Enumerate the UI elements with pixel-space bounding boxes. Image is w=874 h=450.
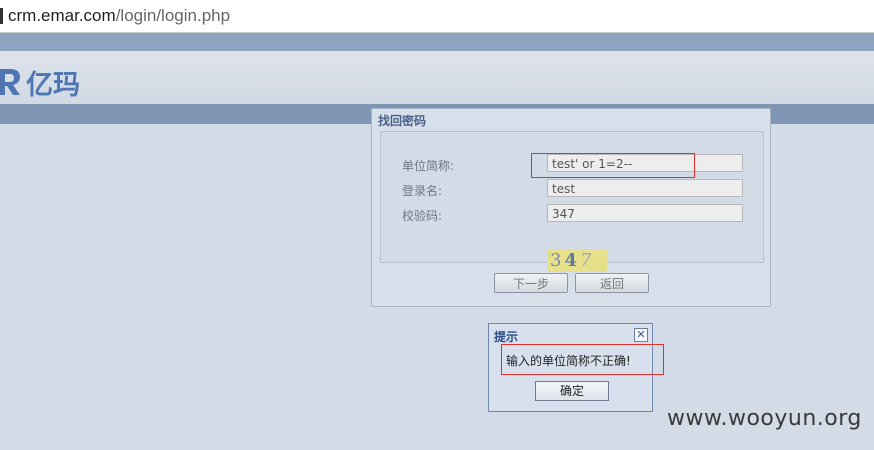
watermark: www.wooyun.org [667,406,862,431]
verify-code-input[interactable]: 347 [547,204,743,222]
org-short-name-label: 单位简称: [402,159,455,173]
url-host: crm.emar.com [8,6,116,25]
captcha-digit-1: 3 [550,250,565,271]
next-step-button[interactable]: 下一步 [494,273,568,293]
captcha-digit-2: 4 [564,250,580,271]
ok-button[interactable]: 确定 [535,381,609,401]
close-icon[interactable]: ✕ [634,328,648,342]
emar-logo: 亿玛 [0,65,100,101]
captcha-image[interactable]: 347 [547,250,607,272]
url-path: /login/login.php [115,6,231,25]
annotation-box-input [531,153,695,178]
login-name-input[interactable]: test [547,179,743,197]
emar-logo-mark-icon: 亿玛 [0,69,80,101]
url-text[interactable]: crm.emar.com/login/login.php [8,6,230,26]
top-band [0,33,874,51]
verify-code-label: 校验码: [402,209,443,223]
login-name-label: 登录名: [402,184,443,198]
address-bar[interactable]: crm.emar.com/login/login.php [0,0,874,33]
captcha-digit-3: 7 [579,250,595,271]
panel-title: 找回密码 [378,114,427,128]
dialog-title: 提示 [494,330,519,344]
recover-fieldset: 单位简称: test' or 1=2-- 登录名: test 校验码: 347 … [380,131,764,272]
address-bar-edge [0,8,3,24]
annotation-box-message [501,344,664,375]
logo-text: 亿玛 [26,70,80,99]
recover-password-panel: 找回密码 单位简称: test' or 1=2-- 登录名: test 校验码:… [371,108,771,307]
back-button[interactable]: 返回 [575,273,649,293]
site-header [0,51,874,104]
